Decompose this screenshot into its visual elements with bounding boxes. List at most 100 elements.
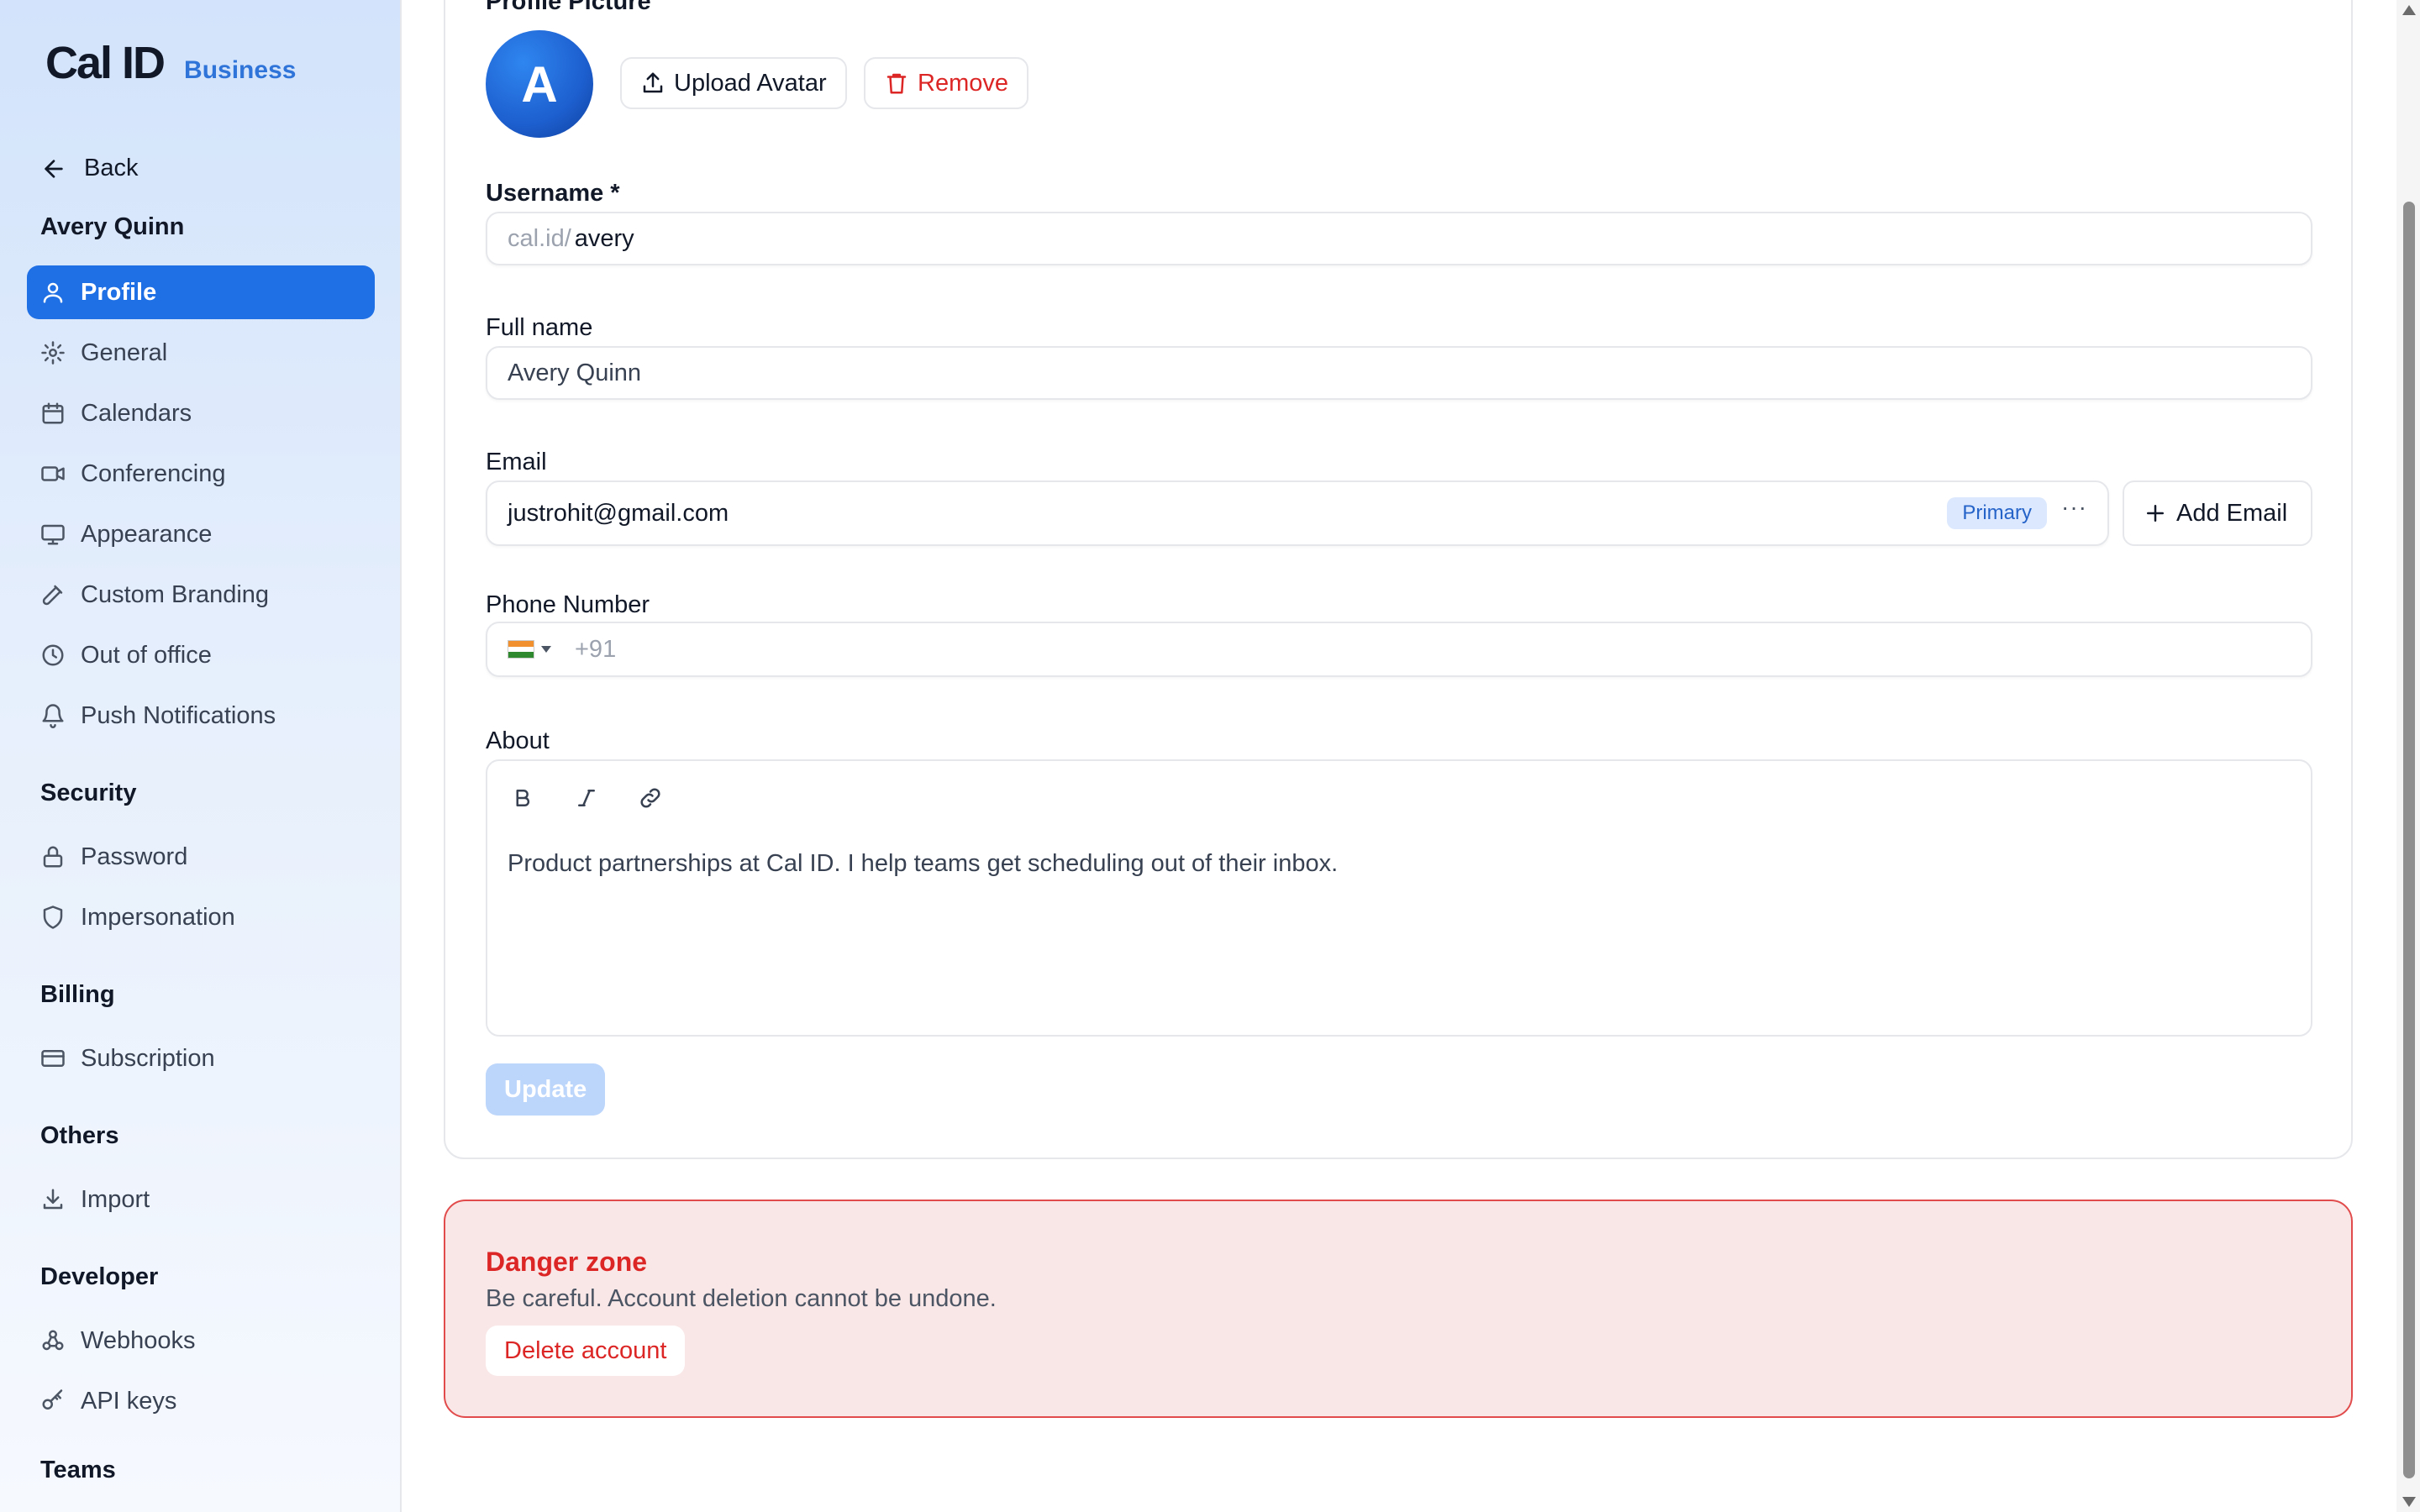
sidebar-item-api-keys[interactable]: API keys	[27, 1374, 375, 1428]
lock-icon	[43, 846, 63, 868]
phone-label: Phone Number	[486, 591, 650, 618]
avatar: A	[486, 30, 593, 138]
email-more-options-icon[interactable]: ···	[2061, 494, 2087, 521]
about-editor[interactable]: Product partnerships at Cal ID. I help t…	[486, 759, 2312, 1037]
video-icon	[41, 466, 65, 481]
download-icon	[43, 1189, 63, 1210]
arrow-left-icon	[45, 159, 63, 178]
key-icon	[42, 1389, 63, 1410]
sidebar-item-label: Profile	[81, 278, 157, 306]
update-button[interactable]: Update	[486, 1063, 606, 1116]
scroll-down-arrow-icon[interactable]	[2402, 1497, 2416, 1507]
remove-avatar-button[interactable]: Remove	[864, 57, 1028, 109]
sidebar-item-profile[interactable]: Profile	[27, 265, 375, 319]
sidebar-item-label: Custom Branding	[81, 580, 270, 608]
sidebar-item-label: Out of office	[81, 641, 212, 669]
india-flag-icon[interactable]	[508, 640, 534, 659]
fullname-input[interactable]: Avery Quinn	[486, 346, 2312, 400]
brand[interactable]: Cal ID Business	[45, 37, 296, 89]
shield-icon	[43, 906, 63, 929]
chevron-down-icon	[541, 646, 551, 653]
sidebar-item-label: Subscription	[81, 1044, 215, 1072]
italic-button[interactable]	[570, 781, 603, 815]
sidebar-user-name: Avery Quinn	[40, 213, 185, 240]
sidebar-item-label: General	[81, 339, 168, 366]
sidebar-item-webhooks[interactable]: Webhooks	[27, 1314, 375, 1368]
scroll-up-arrow-icon[interactable]	[2402, 5, 2416, 15]
fullname-value: Avery Quinn	[508, 359, 642, 386]
clock-icon	[42, 644, 64, 666]
webhook-icon	[42, 1330, 64, 1351]
credit-card-icon	[41, 1050, 65, 1067]
sidebar-item-label: Push Notifications	[81, 701, 276, 729]
sidebar-heading-security: Security	[40, 780, 137, 806]
scroll-thumb[interactable]	[2403, 202, 2415, 1478]
email-input[interactable]: justrohit@gmail.com Primary ···	[486, 480, 2109, 546]
sidebar-item-label: Calendars	[81, 399, 192, 427]
upload-avatar-button[interactable]: Upload Avatar	[620, 57, 847, 109]
sidebar-item-label: API keys	[81, 1387, 177, 1415]
profile-picture-label: Profile Picture	[486, 0, 651, 15]
sidebar-item-label: Impersonation	[81, 903, 235, 931]
danger-zone-title: Danger zone	[486, 1247, 648, 1277]
page-scrollbar[interactable]	[2396, 0, 2420, 1512]
username-value: avery	[574, 224, 634, 252]
back-link[interactable]: Back	[40, 155, 138, 182]
bold-icon	[516, 790, 530, 806]
danger-zone: Danger zone Be careful. Account deletion…	[444, 1200, 2353, 1418]
remove-avatar-label: Remove	[918, 69, 1008, 97]
brand-tag: Business	[184, 56, 297, 84]
sidebar-item-import[interactable]: Import	[27, 1173, 375, 1226]
sidebar-item-impersonation[interactable]: Impersonation	[27, 890, 375, 944]
sidebar-item-conferencing[interactable]: Conferencing	[27, 447, 375, 501]
sidebar-item-appearance[interactable]: Appearance	[27, 507, 375, 561]
sidebar-item-subscription[interactable]: Subscription	[27, 1032, 375, 1085]
sidebar-item-label: Appearance	[81, 520, 213, 548]
username-label: Username *	[486, 180, 620, 207]
back-label: Back	[84, 155, 139, 181]
brand-logo: Cal ID	[45, 38, 166, 88]
sidebar-item-password[interactable]: Password	[27, 830, 375, 884]
sidebar-item-label: Import	[81, 1185, 150, 1213]
sidebar-item-custom-branding[interactable]: Custom Branding	[27, 568, 375, 622]
phone-input[interactable]: +91	[486, 622, 2312, 677]
sidebar-heading-billing: Billing	[40, 981, 115, 1008]
phone-placeholder: +91	[575, 635, 617, 663]
add-email-label: Add Email	[2176, 499, 2288, 527]
monitor-icon	[41, 524, 65, 545]
upload-avatar-label: Upload Avatar	[674, 69, 827, 97]
gear-icon	[41, 341, 65, 365]
italic-icon	[578, 790, 595, 806]
sidebar-item-label: Conferencing	[81, 459, 226, 487]
user-icon	[43, 282, 63, 303]
sidebar-heading-developer: Developer	[40, 1263, 159, 1290]
plus-icon	[2147, 505, 2164, 522]
primary-badge: Primary	[1947, 497, 2047, 529]
sidebar-heading-others: Others	[40, 1122, 119, 1149]
username-input[interactable]: cal.id/ avery	[486, 212, 2312, 265]
brush-icon	[42, 585, 63, 606]
sidebar-item-out-of-office[interactable]: Out of office	[27, 628, 375, 682]
bell-icon	[42, 704, 64, 728]
link-button[interactable]	[634, 781, 667, 815]
upload-icon	[643, 72, 663, 93]
sidebar-heading-teams: Teams	[40, 1457, 116, 1483]
email-label: Email	[486, 449, 547, 475]
username-prefix: cal.id/	[508, 224, 571, 252]
sidebar: Cal ID Business Back Avery Quinn Profile…	[0, 0, 402, 1512]
add-email-button[interactable]: Add Email	[2123, 480, 2312, 546]
sidebar-item-calendars[interactable]: Calendars	[27, 386, 375, 440]
delete-account-button[interactable]: Delete account	[486, 1326, 686, 1376]
sidebar-item-label: Webhooks	[81, 1326, 196, 1354]
about-label: About	[486, 727, 550, 754]
trash-icon	[886, 73, 907, 94]
calendar-icon	[42, 402, 64, 424]
link-icon	[640, 788, 660, 808]
sidebar-item-general[interactable]: General	[27, 326, 375, 380]
about-text[interactable]: Product partnerships at Cal ID. I help t…	[508, 850, 1338, 878]
sidebar-item-label: Password	[81, 843, 188, 870]
bold-button[interactable]	[506, 781, 539, 815]
app-root: Cal ID Business Back Avery Quinn Profile…	[0, 0, 2420, 1512]
sidebar-item-push-notifications[interactable]: Push Notifications	[27, 689, 375, 743]
email-value: justrohit@gmail.com	[508, 499, 729, 527]
